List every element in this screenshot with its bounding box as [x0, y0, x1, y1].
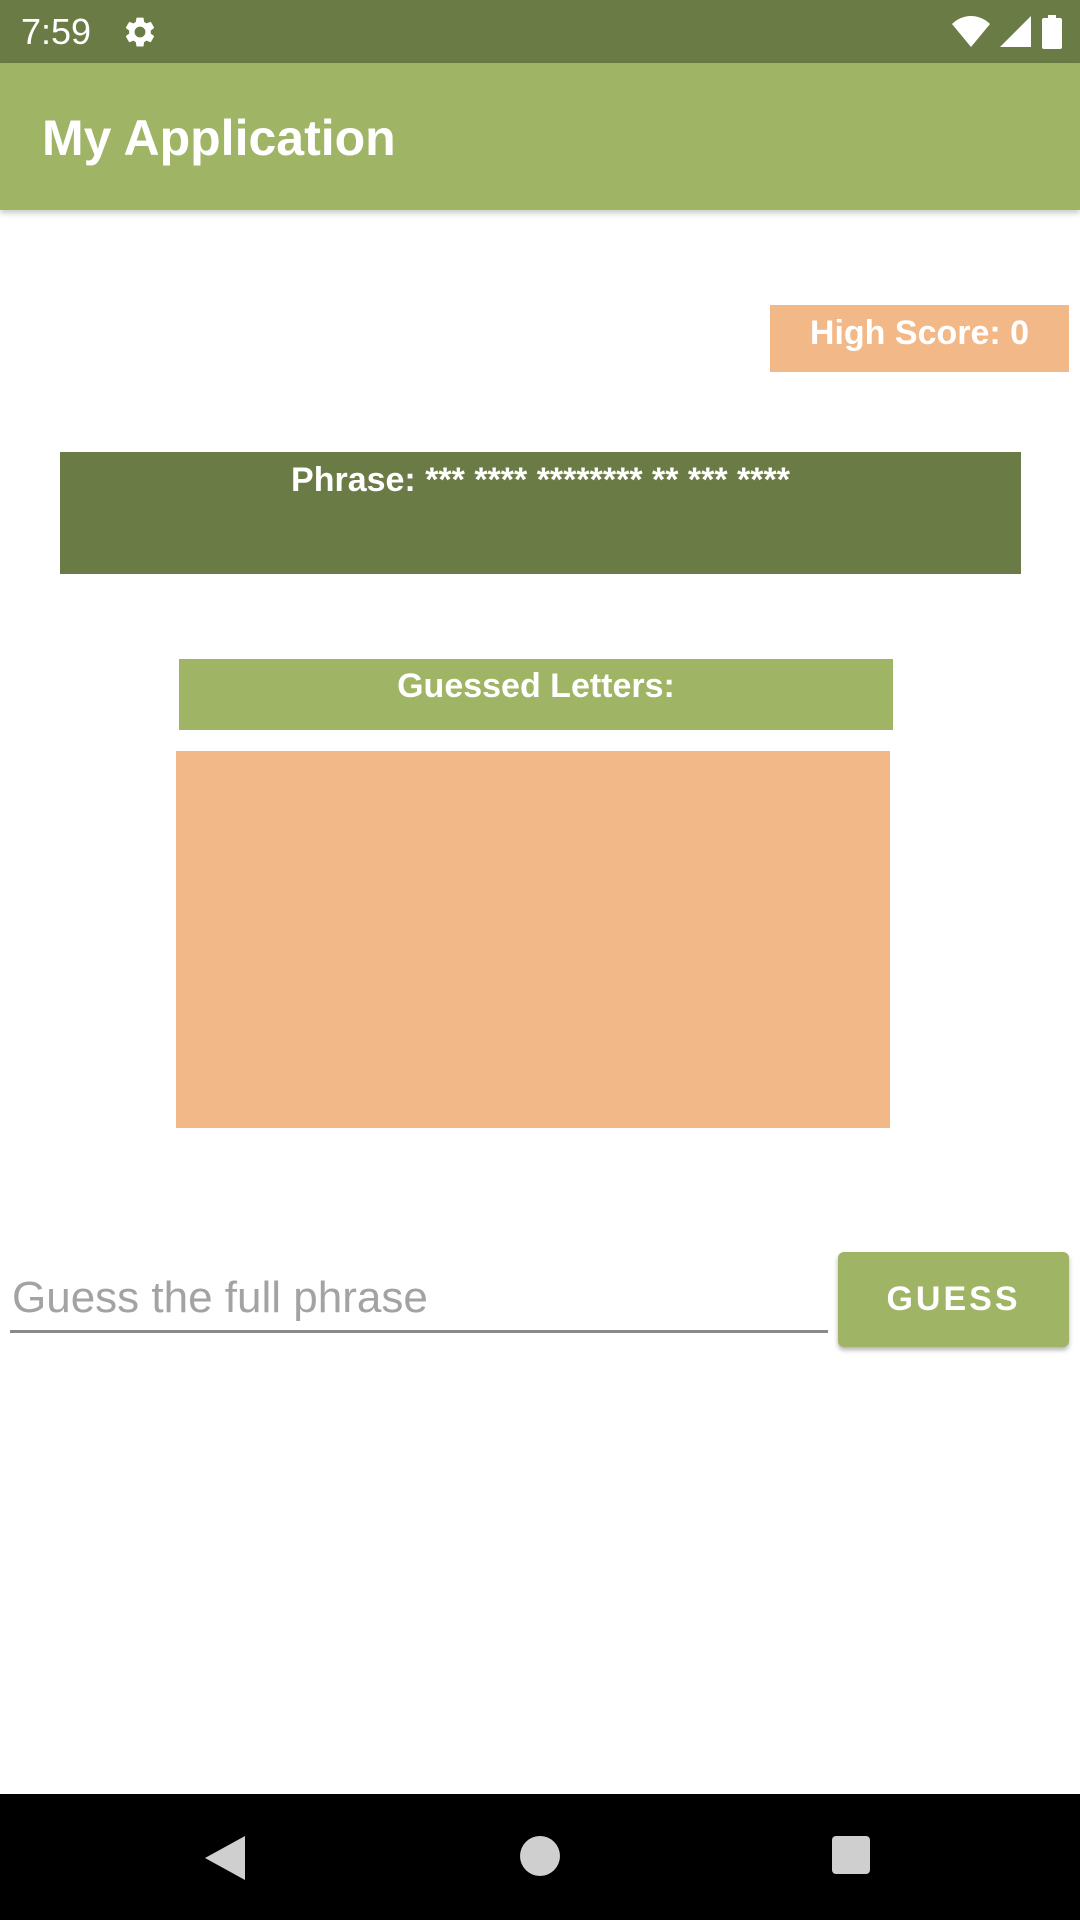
- status-time: 7:59: [21, 11, 92, 52]
- status-icons: [952, 12, 1062, 52]
- guess-button[interactable]: GUESS: [838, 1252, 1069, 1347]
- high-score-label: High Score: 0: [770, 305, 1069, 372]
- phrase-display: Phrase: *** **** ******** ** *** ****: [60, 452, 1021, 574]
- guessed-letters-area: [176, 751, 890, 1128]
- back-icon[interactable]: [205, 1836, 245, 1880]
- status-bar: 7:59: [0, 0, 1080, 63]
- app-title: My Application: [42, 110, 396, 166]
- phrase-text: Phrase: *** **** ******** ** *** ****: [291, 461, 790, 499]
- home-icon[interactable]: [520, 1836, 560, 1876]
- recents-icon[interactable]: [832, 1836, 870, 1874]
- guessed-letters-header: Guessed Letters:: [179, 659, 893, 730]
- battery-icon: [1042, 15, 1062, 49]
- signal-icon: [1000, 16, 1031, 47]
- gear-icon: [125, 17, 155, 47]
- navigation-bar: [0, 1794, 1080, 1920]
- wifi-icon: [952, 16, 990, 47]
- app-bar: My Application: [0, 63, 1080, 210]
- guess-phrase-input[interactable]: [10, 1265, 828, 1333]
